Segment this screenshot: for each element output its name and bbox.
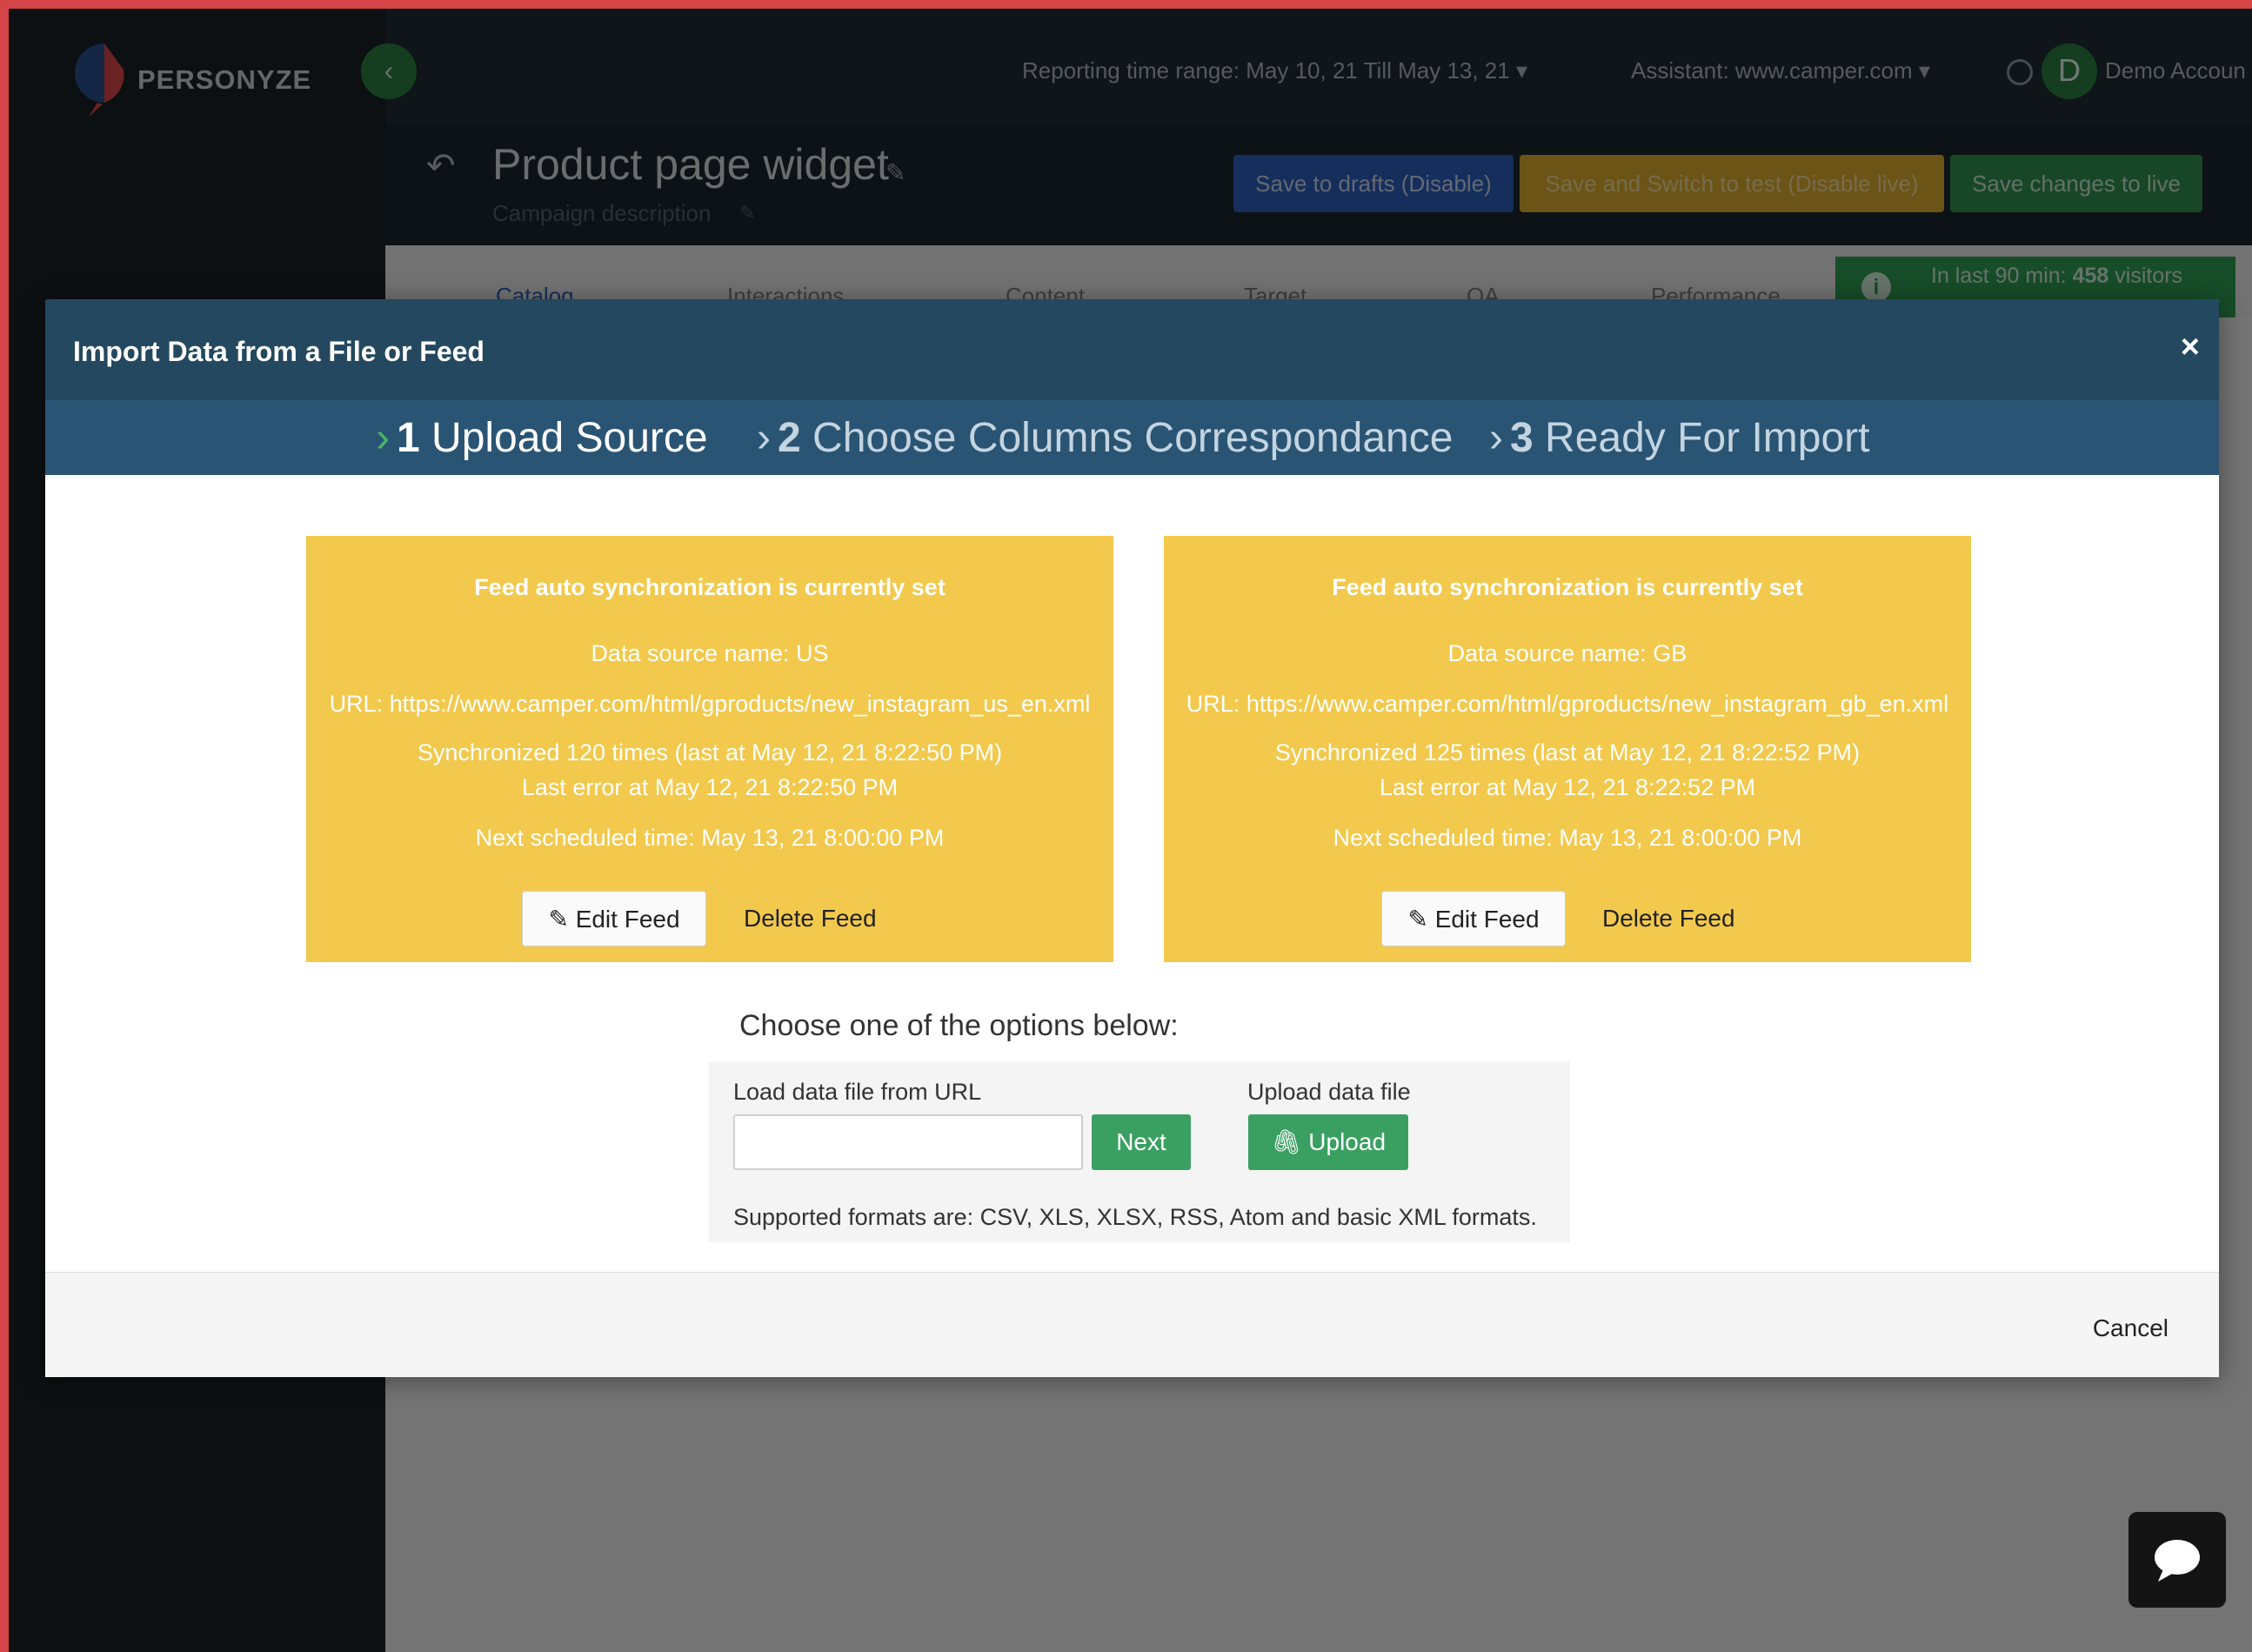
feed-heading: Feed auto synchronization is currently s… xyxy=(1332,574,1803,600)
modal-title: Import Data from a File or Feed xyxy=(73,336,484,367)
pencil-icon: ✎ xyxy=(548,906,569,933)
chevron-right-icon: › xyxy=(376,415,390,461)
modal-header: Import Data from a File or Feed × xyxy=(45,299,2219,400)
feed-card-gb: Feed auto synchronization is currently s… xyxy=(1164,536,1971,962)
modal-footer: Cancel xyxy=(45,1272,2219,1377)
close-icon[interactable]: × xyxy=(2181,331,2200,364)
paperclip-icon: 🖇 xyxy=(1270,1128,1302,1155)
feed-source-name: Data source name: US xyxy=(591,640,829,666)
chat-bubble-icon xyxy=(2155,1540,2200,1582)
feed-source-name: Data source name: GB xyxy=(1447,640,1687,666)
choose-options-label: Choose one of the options below: xyxy=(739,1009,1179,1042)
wizard-step-ready-for-import[interactable]: › 3 Ready For Import xyxy=(1489,414,1869,462)
feed-url: URL: https://www.camper.com/html/gproduc… xyxy=(329,691,1091,717)
feed-next-scheduled: Next scheduled time: May 13, 21 8:00:00 … xyxy=(475,825,945,851)
data-url-input[interactable] xyxy=(733,1114,1083,1170)
feed-sync-count: Synchronized 125 times (last at May 12, … xyxy=(1274,739,1861,766)
feed-next-scheduled: Next scheduled time: May 13, 21 8:00:00 … xyxy=(1333,825,1802,851)
feed-sync-count: Synchronized 120 times (last at May 12, … xyxy=(417,739,1003,766)
upload-button[interactable]: 🖇 Upload xyxy=(1248,1114,1408,1170)
wizard-steps: › 1 Upload Source › 2 Choose Columns Corre… xyxy=(45,400,2219,475)
load-url-label: Load data file from URL xyxy=(733,1079,982,1105)
delete-feed-button[interactable]: Delete Feed xyxy=(1602,905,1735,933)
chevron-right-icon: › xyxy=(757,415,771,461)
feed-card-us: Feed auto synchronization is currently s… xyxy=(306,536,1113,962)
pencil-icon: ✎ xyxy=(1407,906,1428,933)
wizard-step-upload-source[interactable]: › 1 Upload Source xyxy=(376,414,708,462)
supported-formats-text: Supported formats are: CSV, XLS, XLSX, R… xyxy=(733,1204,1537,1230)
wizard-step-choose-columns[interactable]: › 2 Choose Columns Correspondance xyxy=(757,414,1453,462)
feed-last-error: Last error at May 12, 21 8:22:52 PM xyxy=(1379,774,1756,800)
feed-url: URL: https://www.camper.com/html/gproduc… xyxy=(1186,691,1949,717)
delete-feed-button[interactable]: Delete Feed xyxy=(744,905,877,933)
edit-feed-button[interactable]: ✎ Edit Feed xyxy=(522,891,706,946)
upload-file-label: Upload data file xyxy=(1247,1079,1411,1105)
cancel-button[interactable]: Cancel xyxy=(2093,1314,2168,1342)
next-button[interactable]: Next xyxy=(1092,1114,1191,1170)
feed-last-error: Last error at May 12, 21 8:22:50 PM xyxy=(521,774,899,800)
feed-heading: Feed auto synchronization is currently s… xyxy=(474,574,946,600)
chat-button[interactable] xyxy=(2128,1512,2226,1608)
chevron-right-icon: › xyxy=(1489,415,1503,461)
edit-feed-button[interactable]: ✎ Edit Feed xyxy=(1381,891,1566,946)
